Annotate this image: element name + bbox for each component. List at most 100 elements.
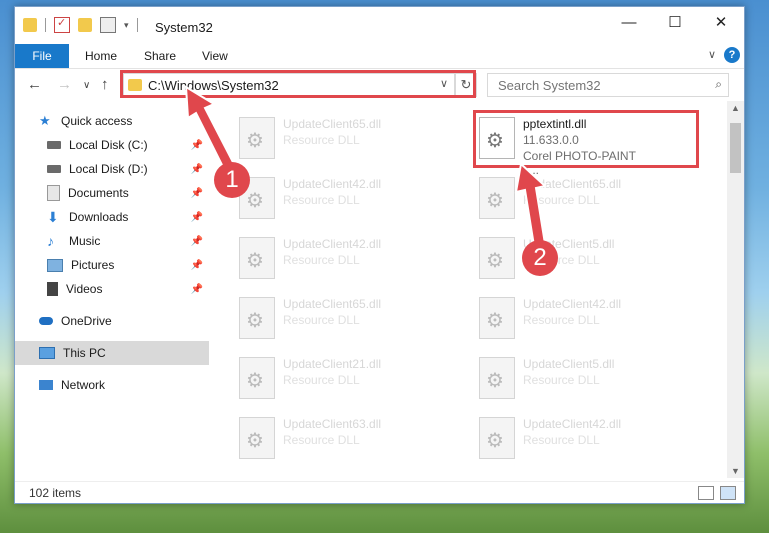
forward-button[interactable]: → [57,76,72,93]
pin-icon[interactable]: 📌 [191,236,203,247]
new-folder-icon[interactable] [78,18,92,32]
dll-file-icon: ⚙ [479,237,515,279]
network-icon [39,380,53,390]
file-name: UpdateClient63.dll [283,417,382,431]
file-type: Resource DLL [283,373,360,387]
dll-file-icon: ⚙ [239,357,275,399]
file-type: Resource DLL [283,193,360,207]
ribbon-tabs: File Home Share View ∨ ? [15,44,744,69]
maximize-button[interactable]: ☐ [652,7,698,37]
dll-file-icon: ⚙ [479,297,515,339]
file-tile[interactable]: ⚙ UpdateClient65.dll Resource DLL [451,171,651,225]
quick-access-toolbar: ▾ [23,16,138,33]
navigation-bar: ← → ∨ ↑ C:\Windows\System32 ∨ ↻ ⌕ [15,69,744,101]
file-type: Resource DLL [523,433,600,447]
search-input[interactable] [496,76,700,94]
back-button[interactable]: ← [27,76,42,93]
sidebar-item-pictures[interactable]: Pictures 📌 [15,253,209,277]
file-type: Resource DLL [283,253,360,267]
tab-view[interactable]: View [202,49,228,63]
sidebar-item-label: This PC [63,346,106,360]
cloud-icon [39,317,53,325]
status-bar: 102 items [15,481,744,504]
tab-share[interactable]: Share [144,49,176,63]
pin-icon[interactable]: 📌 [191,164,203,175]
pictures-icon [47,258,63,272]
details-view-icon[interactable] [698,486,714,500]
minimize-button[interactable]: — [606,7,652,37]
window-controls: — ☐ ✕ [606,7,744,37]
file-tile[interactable]: ⚙ UpdateClient63.dll Resource DLL [211,411,411,465]
sidebar-item-music[interactable]: ♪ Music 📌 [15,229,209,253]
recent-locations-button[interactable]: ∨ [83,80,90,91]
dll-file-icon: ⚙ [479,177,515,219]
large-icons-view-icon[interactable] [720,486,736,500]
file-name: UpdateClient21.dll [283,357,382,371]
sidebar-item-onedrive[interactable]: OneDrive [15,309,209,333]
ribbon-collapse-icon[interactable]: ∨ [708,48,716,61]
pin-icon[interactable]: 📌 [191,212,203,223]
pin-icon[interactable]: 📌 [191,140,203,151]
sidebar-item-local-disk-d[interactable]: Local Disk (D:) 📌 [15,157,209,181]
file-tile[interactable]: ⚙ UpdateClient42.dll Resource DLL [211,231,411,285]
sidebar-item-label: OneDrive [61,314,112,328]
sidebar-item-label: Pictures [71,258,115,272]
sidebar-item-downloads[interactable]: ⬇ Downloads 📌 [15,205,209,229]
search-icon[interactable]: ⌕ [715,77,722,92]
file-tile[interactable]: ⚙ UpdateClient65.dll Resource DLL [211,291,411,345]
computer-icon [39,347,55,359]
vertical-scrollbar[interactable]: ▲ ▼ [727,101,744,478]
toolbar-separator [45,18,46,32]
drive-icon [47,165,61,173]
scroll-down-icon[interactable]: ▼ [731,466,740,476]
music-icon: ♪ [47,233,54,249]
file-name: UpdateClient5.dll [523,357,615,371]
sidebar-item-documents[interactable]: Documents 📌 [15,181,209,205]
toolbar-separator [136,18,138,32]
scrollbar-thumb[interactable] [730,123,741,173]
help-icon[interactable]: ? [724,47,740,63]
close-button[interactable]: ✕ [698,7,744,37]
sidebar-item-label: Downloads [69,210,129,224]
pin-icon[interactable]: 📌 [191,188,203,199]
file-tile[interactable]: ⚙ UpdateClient42.dll Resource DLL [451,291,651,345]
properties-check-icon[interactable] [54,16,70,33]
sidebar-item-label: Documents [68,186,129,200]
download-icon: ⬇ [47,209,59,225]
file-name: UpdateClient42.dll [523,297,622,311]
address-highlight-box [120,70,476,98]
view-toggle [698,486,736,500]
item-count: 102 items [29,486,82,500]
title-bar: ▾ System32 — ☐ ✕ [15,7,744,43]
pin-icon[interactable]: 📌 [191,260,203,271]
sidebar-item-network[interactable]: Network [15,373,209,397]
search-box[interactable]: ⌕ [487,73,729,97]
star-icon: ★ [39,113,51,128]
folder-icon[interactable] [23,18,37,32]
file-tile[interactable]: ⚙ UpdateClient42.dll Resource DLL [451,411,651,465]
file-name: UpdateClient65.dll [523,177,622,191]
tab-home[interactable]: Home [85,49,117,63]
up-button[interactable]: ↑ [101,76,109,93]
file-tab[interactable]: File [15,44,69,68]
file-type: Resource DLL [523,373,600,387]
scroll-up-icon[interactable]: ▲ [731,103,740,113]
customize-dropdown-icon[interactable]: ▾ [124,20,129,31]
sidebar-item-label: Videos [66,282,103,296]
file-tile[interactable]: ⚙ UpdateClient5.dll Resource DLL [451,351,651,405]
file-name: UpdateClient42.dll [283,177,382,191]
file-tile[interactable]: ⚙ UpdateClient21.dll Resource DLL [211,351,411,405]
sidebar-item-videos[interactable]: Videos 📌 [15,277,209,301]
file-highlight-box [473,110,699,168]
pin-icon[interactable]: 📌 [191,284,203,295]
file-tile[interactable]: ⚙ UpdateClient65.dll Resource DLL [211,111,411,165]
rename-icon[interactable] [100,17,116,33]
explorer-window: ▾ System32 — ☐ ✕ File Home Share View ∨ … [14,6,745,504]
sidebar-item-this-pc[interactable]: This PC [15,341,209,365]
sidebar-item-quick-access[interactable]: ★ Quick access [15,109,209,133]
sidebar-item-local-disk-c[interactable]: Local Disk (C:) 📌 [15,133,209,157]
documents-icon [47,185,60,201]
file-type: Resource DLL [523,193,600,207]
file-type: Resource DLL [523,313,600,327]
step-2-badge: 2 [522,240,558,276]
